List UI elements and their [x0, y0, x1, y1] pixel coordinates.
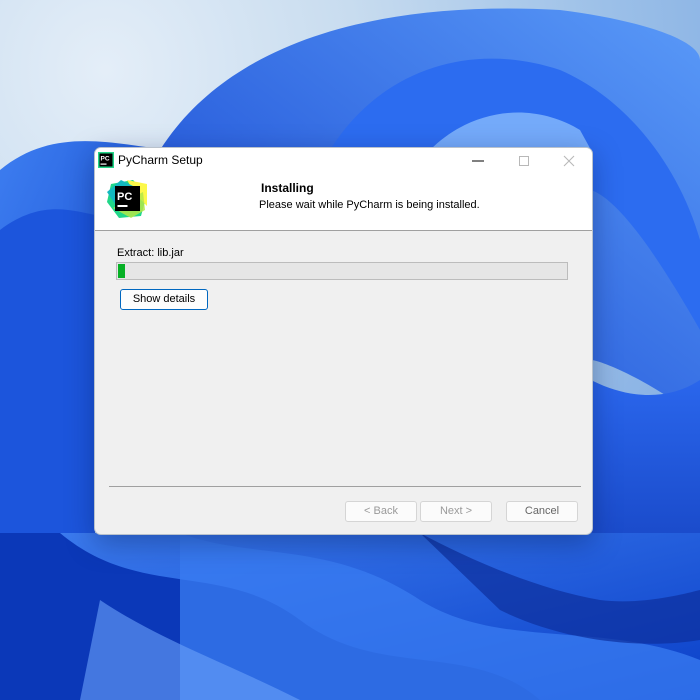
setup-window: PC PyCharm Setup PC Installing Please wa… — [94, 147, 593, 535]
pycharm-logo: PC — [107, 180, 147, 218]
progress-bar — [116, 262, 568, 280]
cancel-button[interactable]: Cancel — [506, 501, 578, 522]
back-button[interactable]: < Back — [345, 501, 417, 522]
progress-status: Extract: lib.jar — [117, 247, 184, 259]
maximize-button[interactable] — [501, 148, 547, 173]
header-subtitle: Please wait while PyCharm is being insta… — [259, 199, 480, 211]
svg-text:PC: PC — [101, 156, 110, 163]
next-button[interactable]: Next > — [420, 501, 492, 522]
window-title: PyCharm Setup — [118, 153, 203, 167]
close-icon — [563, 155, 575, 167]
header-title: Installing — [261, 181, 314, 195]
logo-text: PC — [117, 191, 132, 203]
pycharm-icon: PC — [98, 152, 114, 168]
close-button[interactable] — [546, 148, 592, 173]
installer-header: PC Installing Please wait while PyCharm … — [95, 173, 592, 231]
title-bar[interactable]: PC PyCharm Setup — [95, 148, 592, 173]
minimize-button[interactable] — [455, 148, 501, 173]
minimize-icon — [472, 160, 484, 162]
show-details-button[interactable]: Show details — [120, 289, 208, 310]
progress-fill — [118, 264, 125, 278]
footer-divider — [109, 486, 581, 487]
maximize-icon — [519, 156, 529, 166]
